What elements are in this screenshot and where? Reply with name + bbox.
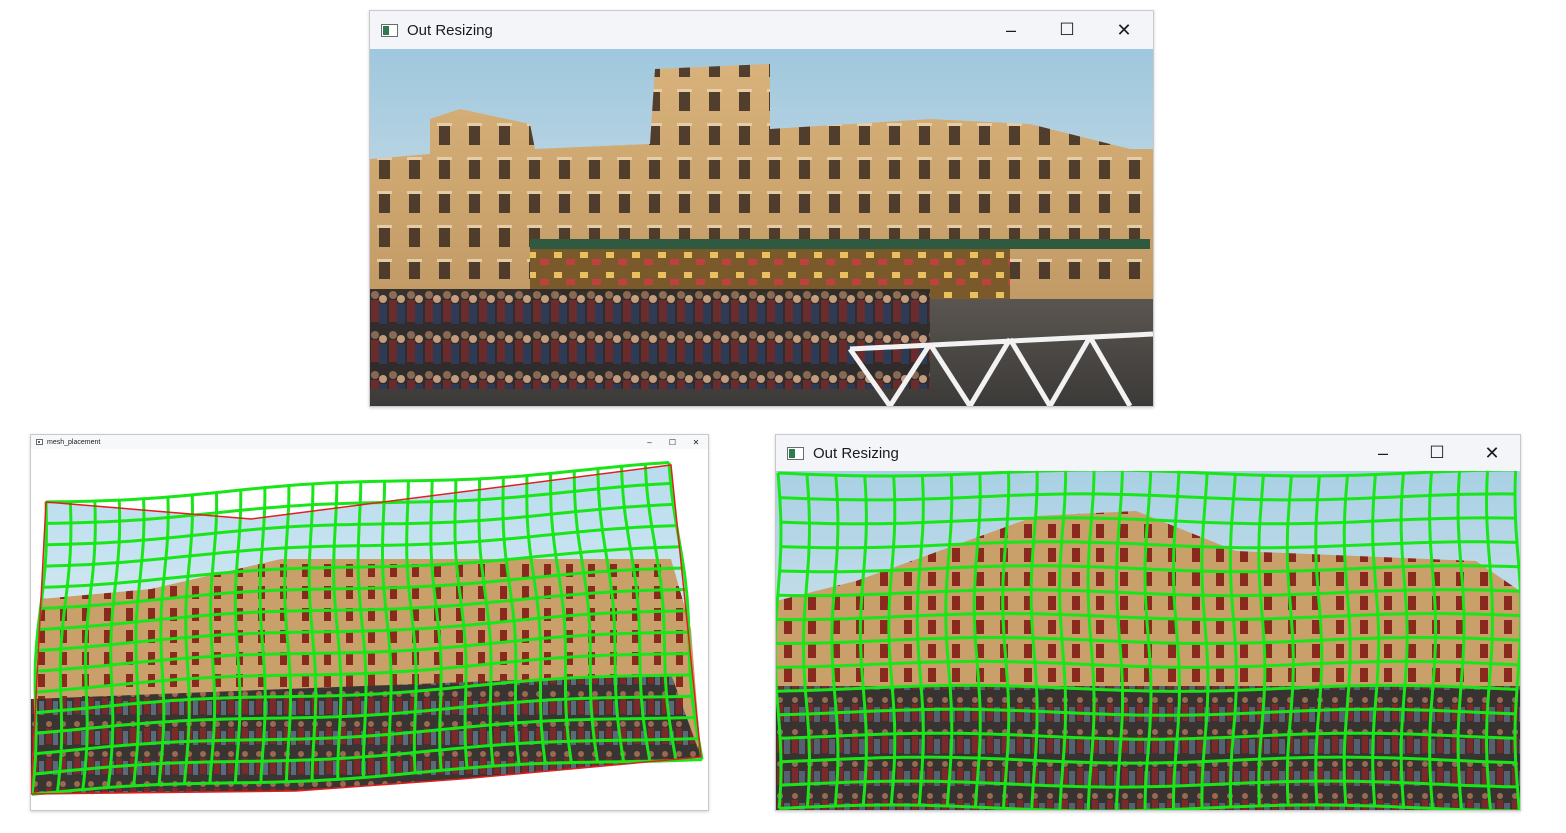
piazza-photo (370, 49, 1153, 406)
close-icon[interactable]: ✕ (684, 435, 708, 449)
close-icon[interactable]: ✕ (1464, 435, 1520, 471)
window-out-resizing-mesh: Out Resizing – ☐ ✕ (775, 434, 1521, 811)
warped-mesh (31, 461, 704, 796)
app-window-icon (381, 23, 398, 37)
title-bar[interactable]: mesh_placement – ☐ ✕ (31, 435, 708, 449)
window-title: Out Resizing (407, 21, 493, 39)
window-title: mesh_placement (47, 438, 101, 446)
window-title: Out Resizing (813, 444, 899, 462)
maximize-icon[interactable]: ☐ (661, 435, 684, 449)
window-controls: – ☐ ✕ (1356, 435, 1520, 471)
mesh-canvas (31, 449, 708, 810)
app-window-icon (787, 446, 804, 460)
app-window-icon (36, 439, 43, 445)
maximize-icon[interactable]: ☐ (1039, 11, 1095, 49)
window-controls: – ☐ ✕ (638, 435, 708, 449)
maximize-icon[interactable]: ☐ (1410, 435, 1464, 471)
minimize-icon[interactable]: – (983, 11, 1039, 49)
window-mesh-placement: mesh_placement – ☐ ✕ (30, 434, 709, 811)
title-bar[interactable]: Out Resizing – ☐ ✕ (370, 11, 1153, 49)
minimize-icon[interactable]: – (1356, 435, 1410, 471)
minimize-icon[interactable]: – (638, 435, 661, 449)
resized-photo (370, 49, 1153, 406)
close-icon[interactable]: ✕ (1095, 11, 1153, 49)
mesh-overlay-photo (776, 471, 1520, 810)
window-controls: – ☐ ✕ (983, 11, 1153, 49)
resized-mesh-photo (776, 471, 1520, 810)
window-out-resizing-top: Out Resizing – ☐ ✕ (369, 10, 1154, 407)
title-bar[interactable]: Out Resizing – ☐ ✕ (776, 435, 1520, 471)
